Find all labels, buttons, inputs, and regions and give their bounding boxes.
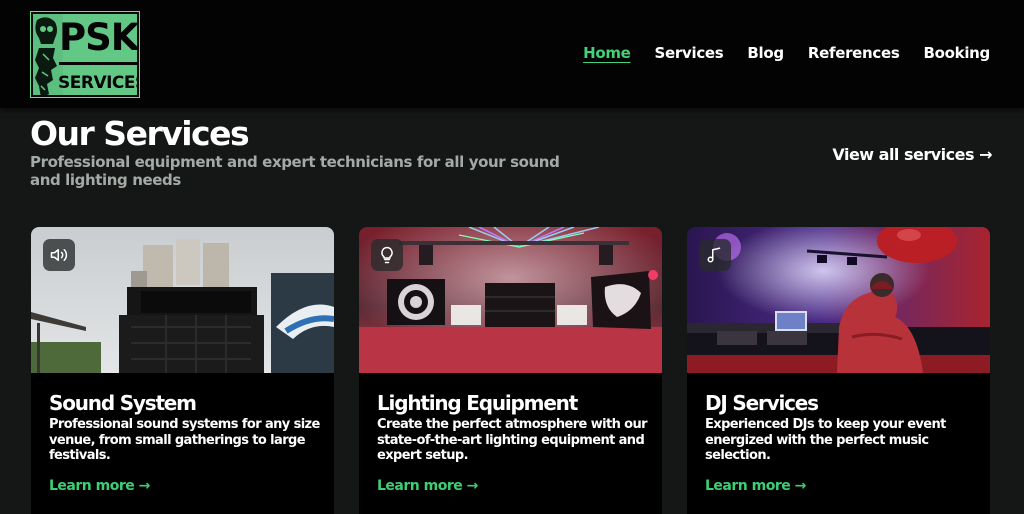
- service-card-sound-system[interactable]: Sound System Professional sound systems …: [31, 227, 334, 514]
- logo-divider: [59, 62, 137, 65]
- card-title: Lighting Equipment: [377, 391, 578, 415]
- learn-more-link[interactable]: Learn more →: [377, 477, 478, 495]
- psk-services-logo[interactable]: PSK SERVICES: [30, 11, 140, 98]
- nav-services[interactable]: Services: [655, 40, 724, 66]
- lightbulb-icon: [381, 246, 393, 264]
- speaker-icon-badge: [43, 239, 75, 271]
- card-description: Experienced DJs to keep your event energ…: [705, 417, 946, 463]
- speaker-icon: [50, 249, 68, 261]
- nav-booking[interactable]: Booking: [924, 40, 991, 66]
- site-header: PSK SERVICES Home Services Blog Referenc…: [0, 0, 1024, 108]
- lightbulb-icon-badge: [371, 239, 403, 271]
- learn-more-link[interactable]: Learn more →: [705, 477, 806, 495]
- card-title: DJ Services: [705, 391, 819, 415]
- logo-text-psk: PSK: [59, 16, 139, 59]
- section-title: Our Services: [30, 114, 250, 153]
- card-description: Create the perfect atmosphere with our s…: [377, 417, 648, 463]
- dj-services-image: [687, 227, 990, 373]
- nav-home[interactable]: Home: [583, 40, 631, 66]
- view-all-services-link[interactable]: View all services →: [832, 145, 992, 165]
- nav-blog[interactable]: Blog: [747, 40, 784, 66]
- logo-text-services: SERVICES: [58, 73, 139, 93]
- service-card-dj-services[interactable]: DJ Services Experienced DJs to keep your…: [687, 227, 990, 514]
- learn-more-link[interactable]: Learn more →: [49, 477, 150, 495]
- card-description: Professional sound systems for any size …: [49, 417, 320, 463]
- sound-system-image: [31, 227, 334, 373]
- music-note-icon: [707, 247, 721, 263]
- main-nav: Home Services Blog References Booking: [583, 40, 990, 66]
- section-subtitle: Professional equipment and expert techni…: [30, 153, 560, 189]
- music-note-icon-badge: [699, 239, 731, 271]
- lighting-equipment-image: [359, 227, 662, 373]
- nav-references[interactable]: References: [808, 40, 900, 66]
- service-card-lighting-equipment[interactable]: Lighting Equipment Create the perfect at…: [359, 227, 662, 514]
- card-title: Sound System: [49, 391, 197, 415]
